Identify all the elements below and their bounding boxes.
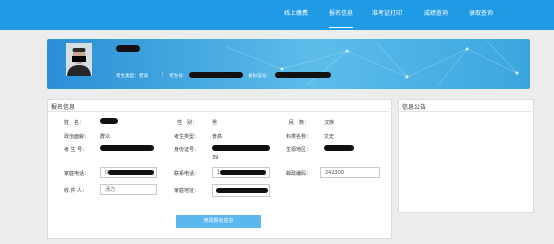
home-phone-value-redacted — [108, 170, 154, 175]
banner-separator: | — [162, 72, 164, 77]
recipient-input[interactable]: 汤力 — [100, 184, 157, 195]
banner-id-no-redacted — [275, 72, 331, 78]
student-name-redacted — [116, 45, 140, 52]
id-no-label: 身份证号： — [174, 147, 200, 153]
nav-registration-info[interactable]: 报名信息 — [329, 0, 354, 28]
postcode-label: 邮政编码： — [286, 171, 312, 177]
student-type-label: 考生类型： — [174, 134, 200, 140]
registration-info-title: 报名信息 — [51, 104, 76, 111]
nav-admission-ticket-print[interactable]: 准考证打印 — [372, 0, 402, 30]
recipient-value: 汤力 — [105, 187, 116, 193]
exam-no-value-redacted — [100, 145, 154, 151]
registration-title-divider — [48, 111, 389, 112]
subject-label: 科类名称： — [286, 134, 312, 140]
banner-exam-no-label: 考生号： — [169, 74, 188, 79]
subject-value: 文史 — [324, 134, 335, 140]
postcode-value: 242300 — [325, 170, 345, 176]
name-label: 姓 名： — [64, 120, 85, 126]
exam-no-label: 考 生 号： — [64, 147, 88, 153]
gender-value: 男 — [212, 120, 218, 126]
notice-title: 信息公告 — [402, 104, 427, 111]
home-phone-label: 家庭电话： — [64, 171, 90, 177]
postcode-input[interactable]: 242300 — [320, 167, 380, 178]
top-nav-bar: 线上缴费 报名信息 准考证打印 成绩查询 录取查询 — [0, 0, 554, 30]
id-no-value-redacted — [212, 145, 270, 151]
ethnicity-label: 民 族： — [289, 120, 310, 126]
banner-id-no-label: 身份证号： — [248, 74, 271, 79]
nav-online-payment[interactable]: 线上缴费 — [284, 0, 308, 30]
name-value-redacted — [100, 118, 118, 124]
address-value-redacted — [216, 188, 268, 193]
id-no-suffix: 39 — [212, 155, 219, 161]
gender-label: 性 别： — [177, 120, 198, 126]
contact-phone-value-redacted — [220, 170, 266, 175]
contact-phone-label: 联系电话： — [174, 171, 200, 177]
politics-label: 政治面貌： — [64, 134, 90, 140]
address-label: 家庭地址： — [174, 188, 200, 194]
student-photo — [66, 43, 92, 76]
edit-registration-button[interactable]: 修改报名信息 — [176, 215, 261, 228]
birthplace-value-redacted — [324, 145, 354, 151]
banner-student-type: 考生类型：普高 — [116, 74, 149, 79]
politics-value: 群众 — [100, 134, 111, 140]
notice-card — [398, 99, 534, 213]
banner-exam-no-redacted — [189, 72, 243, 78]
ethnicity-value: 汉族 — [324, 120, 335, 126]
student-type-value: 普高 — [212, 134, 223, 140]
notice-title-divider — [399, 111, 531, 112]
birthplace-label: 生源地区： — [286, 147, 312, 153]
nav-score-query[interactable]: 成绩查询 — [424, 0, 448, 30]
recipient-label: 收 件 人： — [64, 188, 88, 194]
nav-admission-query[interactable]: 录取查询 — [469, 0, 493, 30]
